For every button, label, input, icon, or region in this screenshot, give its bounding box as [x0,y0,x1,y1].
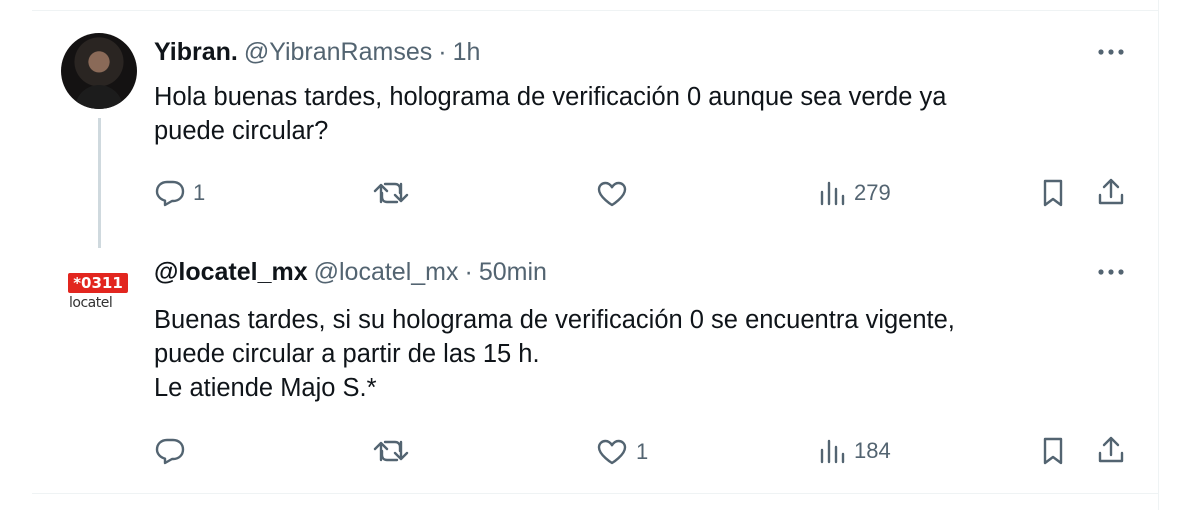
reply-bubble-icon [155,438,185,465]
tweet-text-line: Le atiende Majo S.* [154,374,377,402]
tweet-text: Hola buenas tardes, holograma de verific… [154,80,946,148]
tweet-text: Buenas tardes, si su holograma de verifi… [154,303,955,405]
top-divider [32,10,1158,11]
display-name[interactable]: @locatel_mx [154,258,308,286]
like-button[interactable]: 1 [596,438,648,466]
reply-button[interactable] [155,437,193,465]
tweet-text-line: Buenas tardes, si su holograma de verifi… [154,306,955,334]
retweet-button[interactable] [372,180,418,206]
view-count: 184 [854,438,891,463]
separator-dot: · [464,258,473,286]
views-button[interactable]: 279 [818,180,891,206]
bookmark-button[interactable] [1040,436,1066,466]
tweet-text-line: puede circular a partir de las 15 h. [154,340,540,368]
share-upload-icon [1098,436,1124,463]
separator-dot: · [438,38,447,66]
share-button[interactable] [1096,177,1126,207]
bottom-divider [32,493,1158,494]
retweet-button[interactable] [372,438,418,464]
user-handle[interactable]: @YibranRamses [244,38,432,66]
user-handle[interactable]: @locatel_mx [314,258,459,286]
reply-button[interactable]: 1 [155,179,205,207]
views-button[interactable]: 184 [818,438,891,464]
display-name[interactable]: Yibran. [154,38,238,66]
like-count: 1 [636,439,649,464]
reply-bubble-icon [155,180,185,207]
heart-icon [597,439,627,465]
logo-badge: *0311 [68,273,128,293]
tweet-text-line: puede circular? [154,117,329,145]
bookmark-icon [1043,179,1063,207]
share-upload-icon [1098,178,1124,205]
thread-connector-line [98,118,101,248]
like-button[interactable] [596,180,636,208]
retweet-arrows-icon [373,440,409,462]
reply-count: 1 [193,180,206,205]
heart-icon [597,181,627,207]
bookmark-icon [1043,437,1063,465]
timestamp[interactable]: 50min [479,258,547,286]
tweet-text-line: Hola buenas tardes, holograma de verific… [154,83,947,111]
more-dots-icon[interactable] [1096,42,1126,62]
column-border [1158,0,1159,510]
view-count: 279 [854,180,891,205]
retweet-arrows-icon [373,182,409,204]
bar-chart-icon [820,181,845,206]
tweet-header: Yibran. @YibranRamses · 1h [154,36,480,68]
bookmark-button[interactable] [1040,178,1066,208]
bar-chart-icon [820,439,845,464]
tweet-header: @locatel_mx @locatel_mx · 50min [154,256,547,288]
share-button[interactable] [1096,435,1126,465]
locatel-logo[interactable]: *0311 locatel [64,273,134,319]
more-dots-icon[interactable] [1096,262,1126,282]
avatar[interactable] [61,33,137,109]
timestamp[interactable]: 1h [453,38,481,66]
logo-wordmark: locatel [69,295,113,311]
